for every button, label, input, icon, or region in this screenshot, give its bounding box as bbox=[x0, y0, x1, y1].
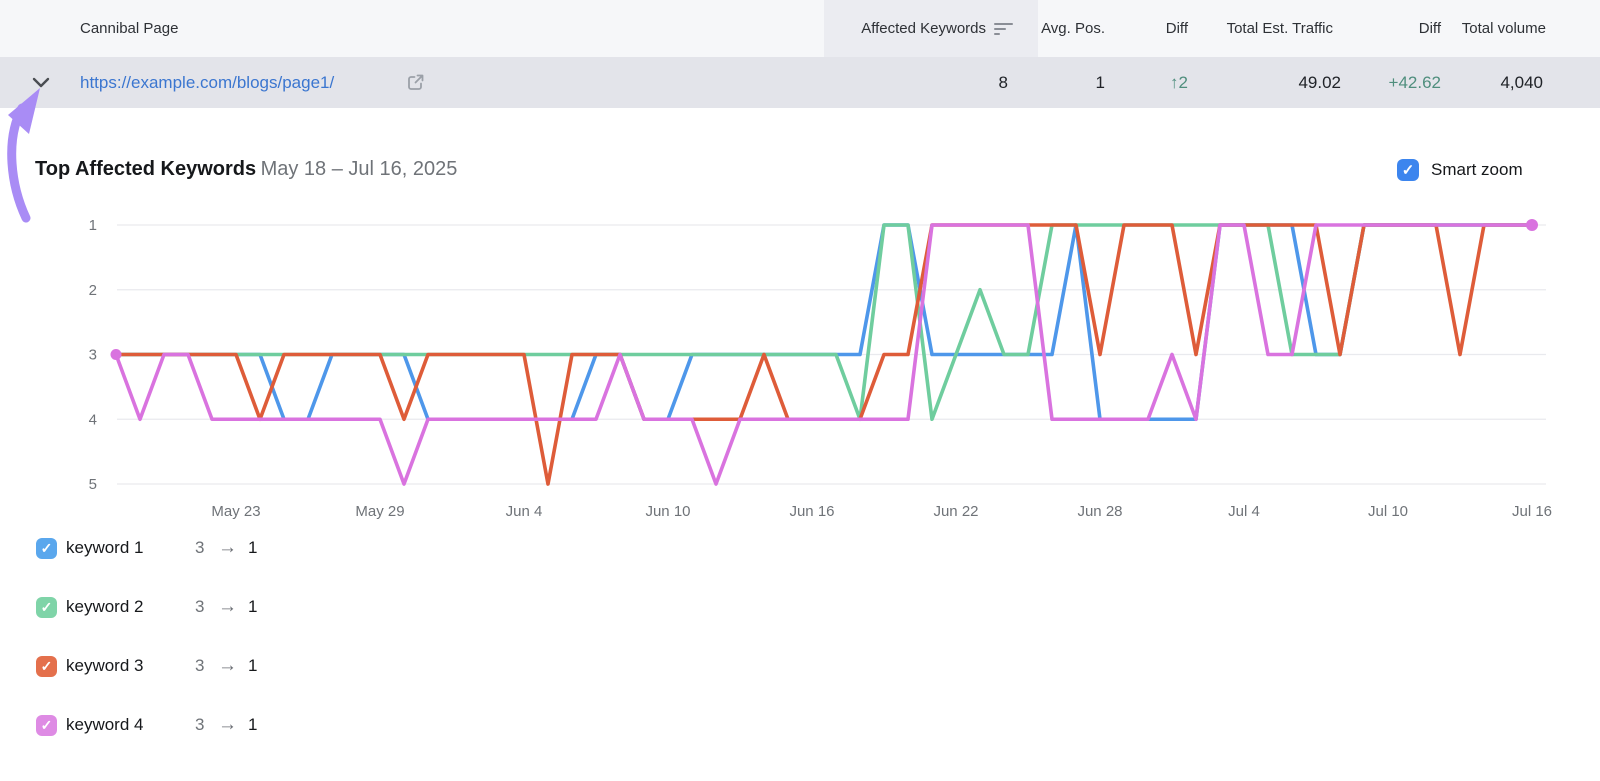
svg-text:2: 2 bbox=[89, 282, 97, 299]
svg-text:Jun 10: Jun 10 bbox=[645, 503, 690, 520]
svg-text:May 29: May 29 bbox=[355, 503, 404, 520]
keyword-2-end-pos: 1 bbox=[248, 597, 257, 617]
arrow-right-icon: → bbox=[218, 714, 237, 736]
svg-text:5: 5 bbox=[89, 476, 97, 493]
arrow-right-icon: → bbox=[218, 596, 237, 618]
keyword-3-checkbox[interactable]: ✓ bbox=[36, 656, 57, 677]
positions-line-chart: 1 2 3 4 5 May 23 May 29 Jun 4 Jun 10 Jun 16 Jun 22… bbox=[0, 0, 1600, 781]
keyword-1-checkbox[interactable]: ✓ bbox=[36, 538, 57, 559]
keyword-2-start-pos: 3 bbox=[195, 597, 204, 617]
keyword-4-label: keyword 4 bbox=[66, 715, 143, 735]
keyword-1-end-pos: 1 bbox=[248, 538, 257, 558]
svg-text:3: 3 bbox=[89, 347, 97, 364]
keyword-1-label: keyword 1 bbox=[66, 538, 143, 558]
svg-text:4: 4 bbox=[89, 411, 97, 428]
legend-item-keyword-1: ✓ keyword 1 3 → 1 bbox=[36, 537, 57, 559]
keyword-1-start-pos: 3 bbox=[195, 538, 204, 558]
legend-item-keyword-3: ✓ keyword 3 3 → 1 bbox=[36, 655, 57, 677]
svg-text:1: 1 bbox=[89, 217, 97, 234]
keyword-3-start-pos: 3 bbox=[195, 656, 204, 676]
svg-text:Jul 10: Jul 10 bbox=[1368, 503, 1408, 520]
keyword-4-start-pos: 3 bbox=[195, 715, 204, 735]
svg-text:Jul 4: Jul 4 bbox=[1228, 503, 1260, 520]
arrow-right-icon: → bbox=[218, 655, 237, 677]
keyword-2-label: keyword 2 bbox=[66, 597, 143, 617]
keyword-4-end-pos: 1 bbox=[248, 715, 257, 735]
svg-text:Jun 22: Jun 22 bbox=[933, 503, 978, 520]
svg-text:May 23: May 23 bbox=[211, 503, 260, 520]
keyword-3-label: keyword 3 bbox=[66, 656, 143, 676]
keyword-4-checkbox[interactable]: ✓ bbox=[36, 715, 57, 736]
svg-text:Jul 16: Jul 16 bbox=[1512, 503, 1552, 520]
legend-item-keyword-4: ✓ keyword 4 3 → 1 bbox=[36, 714, 57, 736]
svg-text:Jun 28: Jun 28 bbox=[1077, 503, 1122, 520]
legend-item-keyword-2: ✓ keyword 2 3 → 1 bbox=[36, 596, 57, 618]
svg-text:Jun 4: Jun 4 bbox=[506, 503, 543, 520]
keyword-3-end-pos: 1 bbox=[248, 656, 257, 676]
keyword-2-checkbox[interactable]: ✓ bbox=[36, 597, 57, 618]
arrow-right-icon: → bbox=[218, 537, 237, 559]
svg-text:Jun 16: Jun 16 bbox=[789, 503, 834, 520]
